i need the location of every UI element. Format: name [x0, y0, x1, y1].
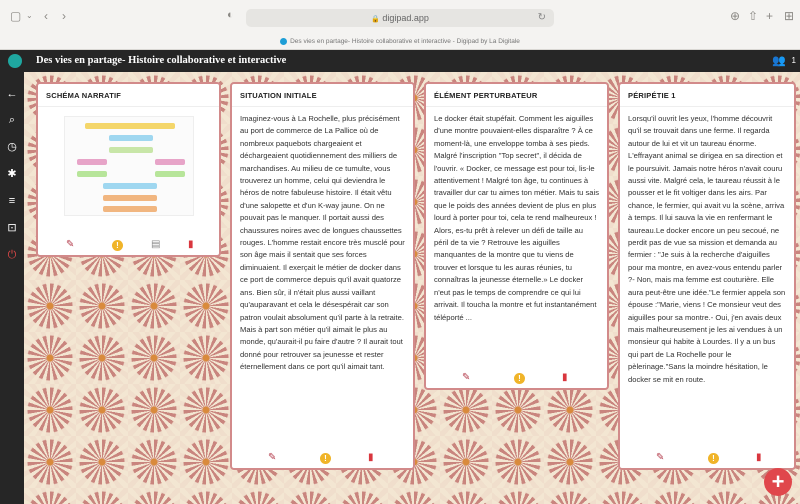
- column-element-perturbateur: ÉLÉMENT PERTURBATEUR Le docker était stu…: [424, 82, 609, 390]
- info-icon[interactable]: !: [112, 240, 123, 251]
- column-schema-narratif: SCHÉMA NARRATIF ✎ ! ▤ ▮: [36, 82, 221, 257]
- edit-icon[interactable]: ✎: [268, 452, 276, 464]
- users-icon[interactable]: 👥: [772, 54, 786, 67]
- tab-title: Des vies en partage- Histoire collaborat…: [290, 38, 520, 45]
- export-icon[interactable]: ⊡: [0, 221, 24, 235]
- info-icon[interactable]: !: [514, 373, 525, 384]
- address-bar[interactable]: 🔒 digipad.app ↻: [246, 9, 554, 27]
- column-text: Imaginez-vous à La Rochelle, plus précis…: [240, 114, 405, 372]
- column-peripetie-1: PÉRIPÉTIE 1 Lorsqu'il ouvrit les yeux, l…: [618, 82, 796, 470]
- pad-title: Des vies en partage- Histoire collaborat…: [36, 55, 287, 66]
- trash-icon[interactable]: ▮: [756, 452, 762, 464]
- user-count: 1: [791, 56, 796, 65]
- column-situation-initiale: SITUATION INITIALE Imaginez-vous à La Ro…: [230, 82, 415, 470]
- info-icon[interactable]: !: [320, 453, 331, 464]
- add-post-button[interactable]: +: [764, 468, 792, 496]
- edit-icon[interactable]: ✎: [66, 239, 74, 251]
- privacy-icon[interactable]: ◐: [227, 9, 234, 21]
- filter-icon[interactable]: ≡: [0, 194, 24, 208]
- app-header: Des vies en partage- Histoire collaborat…: [0, 50, 800, 72]
- share-icon[interactable]: ⇧: [748, 9, 758, 23]
- reload-icon[interactable]: ↻: [538, 9, 546, 27]
- favicon-icon: [280, 37, 288, 45]
- tab-overview-icon[interactable]: ⊞: [784, 9, 794, 23]
- logout-icon[interactable]: ⏻: [0, 248, 24, 262]
- edit-icon[interactable]: ✎: [462, 372, 470, 384]
- browser-tab[interactable]: Des vies en partage- Histoire collaborat…: [0, 33, 800, 50]
- forward-icon[interactable]: ›: [62, 9, 66, 23]
- column-title: PÉRIPÉTIE 1: [620, 84, 794, 107]
- column-title: ÉLÉMENT PERTURBATEUR: [426, 84, 607, 107]
- info-icon[interactable]: !: [708, 453, 719, 464]
- schema-narratif-image[interactable]: [64, 116, 194, 216]
- chevron-down-icon[interactable]: ⌄: [26, 11, 33, 20]
- back-icon[interactable]: ‹: [44, 9, 48, 23]
- browser-chrome: ▢ ⌄ ‹ › ◐ 🔒 digipad.app ↻ ⊕ ⇧ + ⊞ Des vi…: [0, 0, 800, 50]
- edit-icon[interactable]: ✎: [656, 452, 664, 464]
- gear-icon[interactable]: ✱: [0, 167, 24, 181]
- trash-icon[interactable]: ▮: [188, 239, 194, 251]
- left-toolbar: ← ⌕ ◷ ✱ ≡ ⊡ ⏻: [0, 72, 24, 504]
- card-toolbar: ✎ ! ▤ ▮: [38, 235, 219, 255]
- card-toolbar: ✎ ! ▮: [620, 448, 794, 468]
- back-arrow-icon[interactable]: ←: [0, 87, 24, 101]
- card-toolbar: ✎ ! ▮: [426, 368, 607, 388]
- trash-icon[interactable]: ▮: [562, 372, 568, 384]
- sidebar-toggle-icon[interactable]: ▢: [10, 9, 21, 23]
- history-icon[interactable]: ◷: [0, 140, 24, 154]
- digipad-logo-icon[interactable]: [8, 54, 22, 68]
- card-toolbar: ✎ ! ▮: [232, 448, 413, 468]
- column-title: SCHÉMA NARRATIF: [38, 84, 219, 107]
- trash-icon[interactable]: ▮: [368, 452, 374, 464]
- search-icon[interactable]: ⌕: [0, 113, 24, 127]
- url-text: digipad.app: [382, 13, 429, 23]
- column-title: SITUATION INITIALE: [232, 84, 413, 107]
- new-tab-icon[interactable]: +: [766, 9, 773, 23]
- file-icon[interactable]: ▤: [151, 239, 160, 251]
- column-text: Lorsqu'il ouvrit les yeux, l'homme décou…: [628, 114, 786, 384]
- column-text: Le docker était stupéfait. Comment les a…: [434, 114, 600, 322]
- download-icon[interactable]: ⊕: [730, 9, 740, 23]
